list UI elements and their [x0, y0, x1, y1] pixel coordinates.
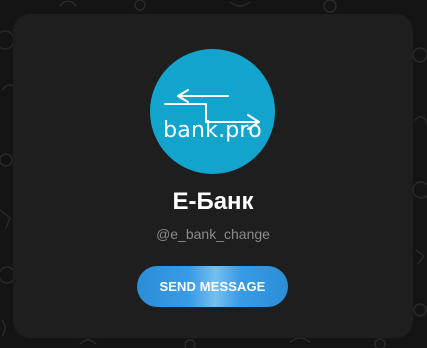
exchange-arrows-icon [164, 89, 260, 130]
channel-avatar[interactable]: bank.pro [150, 49, 275, 174]
channel-title: Е-Банк [172, 188, 254, 215]
avatar-logo-text: bank.pro [163, 118, 262, 143]
channel-profile-card: bank.pro Е-Банк @e_bank_change SEND MESS… [13, 14, 413, 338]
channel-username[interactable]: @e_bank_change [13, 225, 413, 243]
send-message-button[interactable]: SEND MESSAGE [137, 266, 288, 307]
